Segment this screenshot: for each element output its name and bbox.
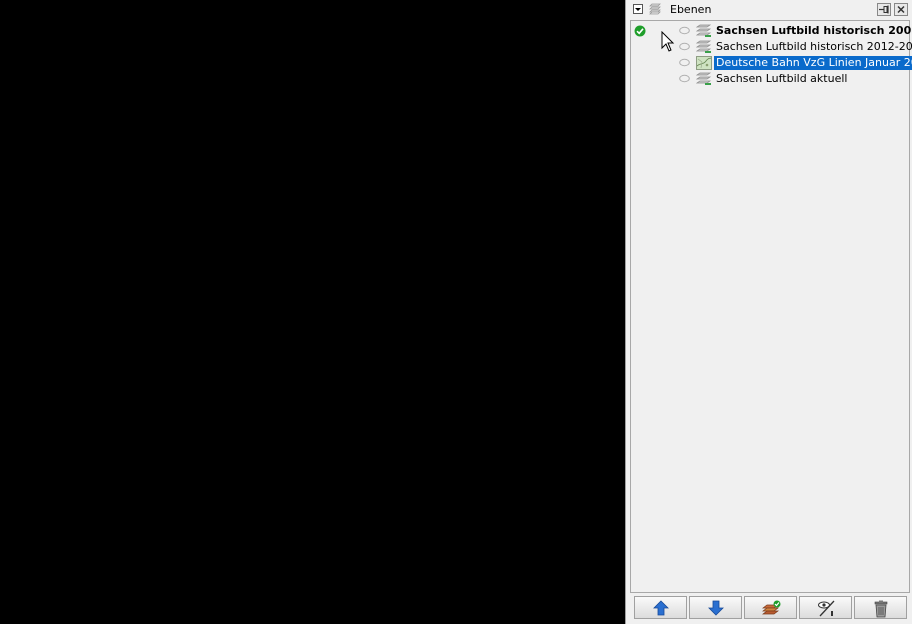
wms-layer-icon bbox=[696, 72, 712, 85]
delete-layer-button[interactable] bbox=[854, 596, 907, 619]
activate-layer-icon bbox=[762, 600, 781, 615]
delete-icon bbox=[874, 600, 888, 618]
panel-titlebar: Ebenen bbox=[626, 0, 912, 20]
toggle-visibility-button[interactable] bbox=[799, 596, 852, 619]
pin-icon[interactable] bbox=[877, 3, 891, 16]
close-icon[interactable] bbox=[894, 3, 908, 16]
layer-label: Deutsche Bahn VzG Linien Januar 2017 bbox=[714, 56, 912, 70]
layer-toolbar bbox=[630, 596, 910, 621]
layer-list[interactable]: Sachsen Luftbild historisch 2005 Sachsen… bbox=[630, 20, 912, 593]
visibility-eye-icon[interactable] bbox=[679, 26, 690, 35]
layer-label: Sachsen Luftbild historisch 2012-2014 bbox=[716, 40, 912, 53]
map-thumbnail-icon bbox=[696, 56, 712, 70]
visibility-eye-icon[interactable] bbox=[679, 58, 690, 67]
move-down-button[interactable] bbox=[689, 596, 742, 619]
wms-layer-icon bbox=[696, 24, 712, 37]
collapse-arrow-icon[interactable] bbox=[633, 4, 643, 14]
visibility-eye-icon[interactable] bbox=[679, 42, 690, 51]
move-up-button[interactable] bbox=[634, 596, 687, 619]
wms-layer-icon bbox=[696, 40, 712, 53]
layers-panel: Ebenen Sachsen Luftbild historisch 2005 … bbox=[625, 0, 912, 624]
move-down-icon bbox=[708, 600, 724, 616]
panel-title: Ebenen bbox=[670, 3, 712, 16]
active-check-icon bbox=[634, 25, 646, 37]
move-up-icon bbox=[653, 600, 669, 616]
activate-layer-button[interactable] bbox=[744, 596, 797, 619]
mouse-cursor-icon bbox=[661, 31, 675, 52]
visibility-eye-icon[interactable] bbox=[679, 74, 690, 83]
layer-label: Sachsen Luftbild historisch 2005 bbox=[716, 24, 912, 37]
layer-row[interactable]: Deutsche Bahn VzG Linien Januar 2017 bbox=[631, 55, 912, 71]
layer-label: Sachsen Luftbild aktuell bbox=[716, 72, 848, 85]
layers-stack-icon bbox=[649, 3, 661, 15]
toggle-visibility-icon bbox=[818, 600, 835, 617]
map-view[interactable] bbox=[0, 0, 625, 624]
layer-row[interactable]: Sachsen Luftbild aktuell bbox=[631, 71, 909, 87]
